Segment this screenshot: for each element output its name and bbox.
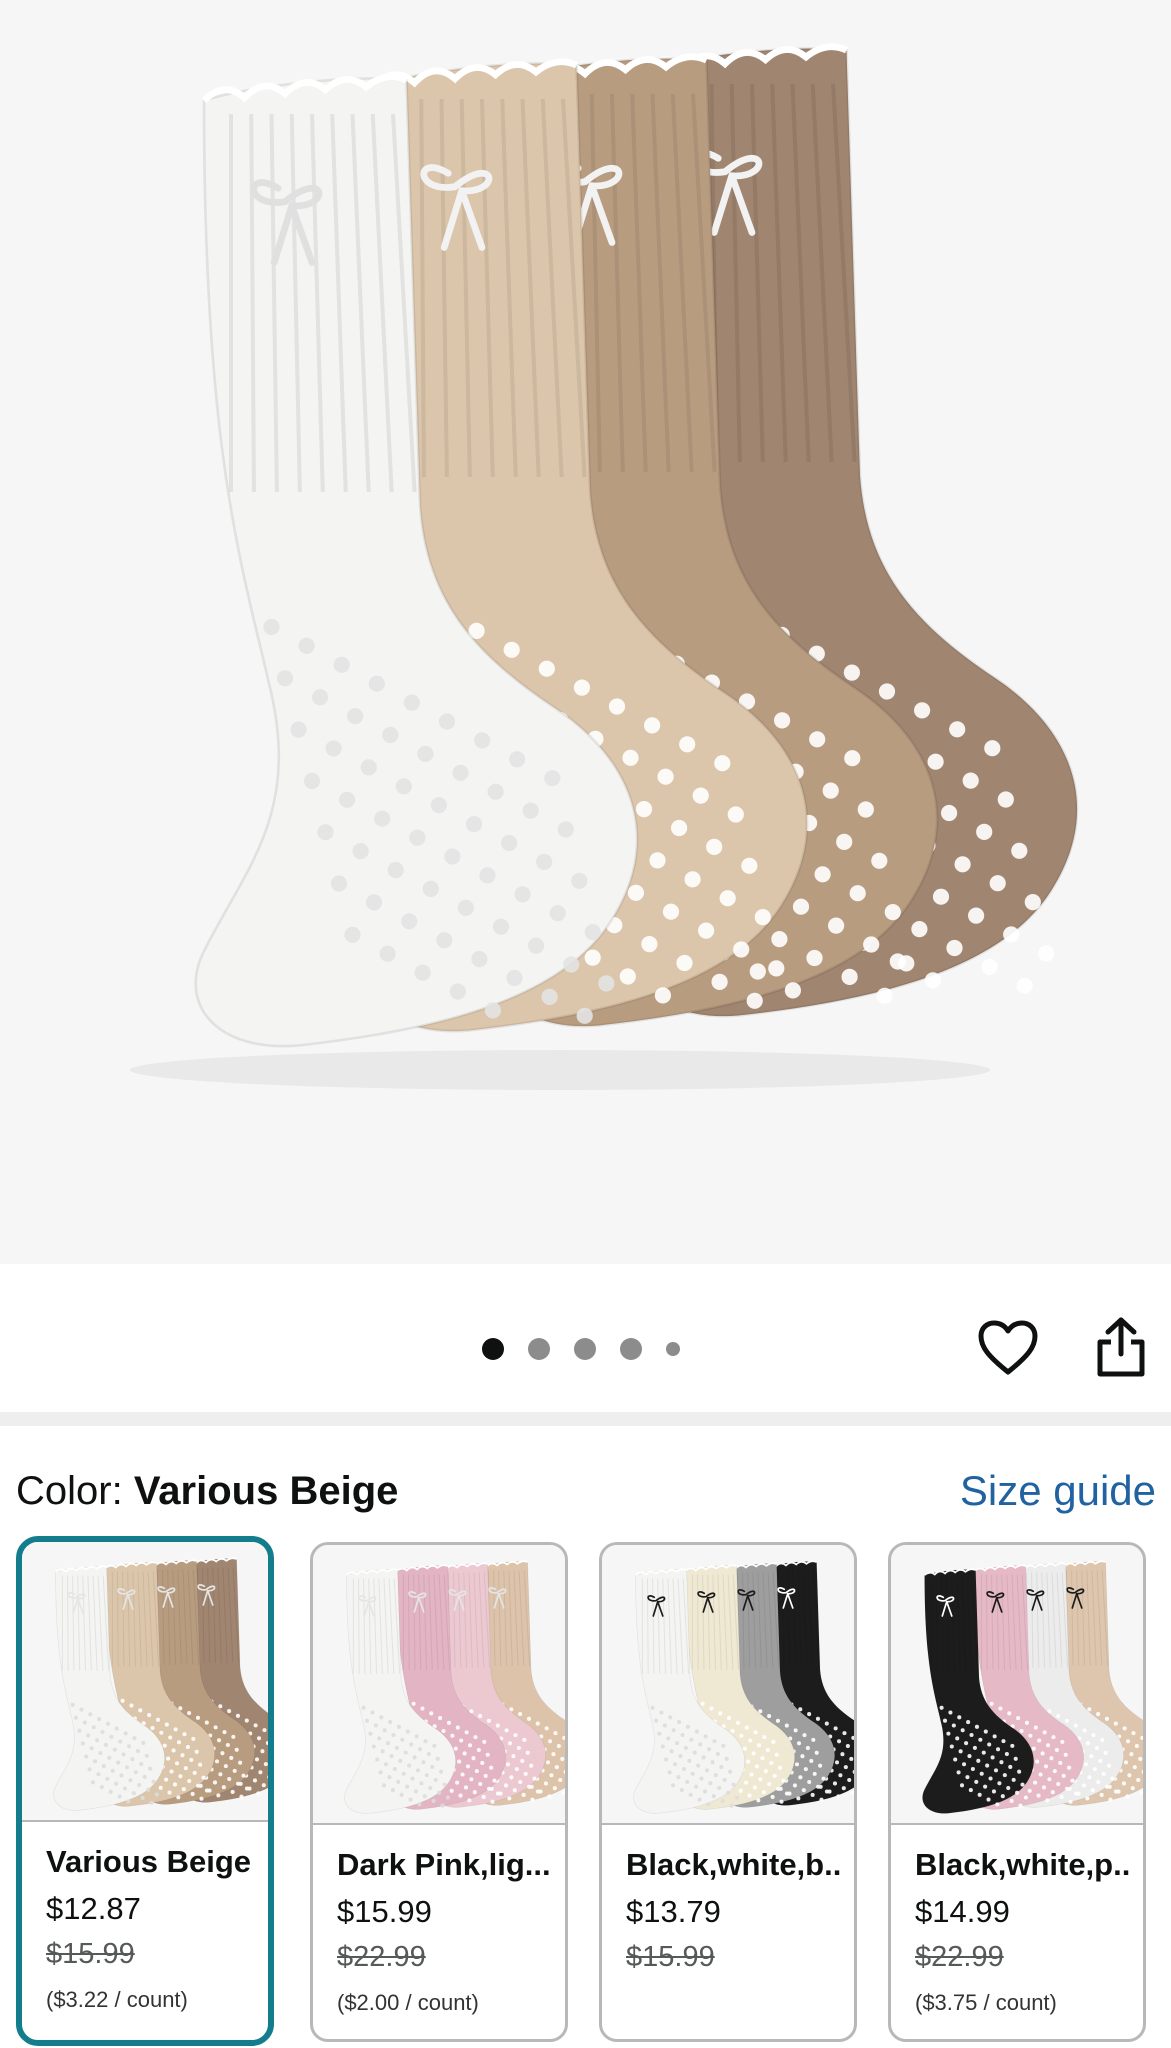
section-divider [0, 1412, 1171, 1426]
color-label-prefix: Color: [16, 1469, 123, 1513]
swatch-unit-price: ($3.75 / count) [915, 1990, 1057, 2015]
swatch-name: Various Beige [46, 1844, 252, 1879]
carousel-dot[interactable] [528, 1338, 550, 1360]
share-button[interactable] [1090, 1312, 1152, 1382]
product-image[interactable] [0, 0, 1171, 1264]
swatch-price: $12.87 [46, 1891, 141, 1926]
color-label: Color: Various Beige [16, 1466, 398, 1516]
swatch-dark-pink[interactable]: Dark Pink,lig... $15.99 $22.99 ($2.00 / … [310, 1542, 568, 2042]
swatch-unit-price: ($3.22 / count) [46, 1987, 188, 2012]
swatch-various-beige[interactable]: Various Beige $12.87 $15.99 ($3.22 / cou… [16, 1536, 274, 2046]
share-icon [1097, 1317, 1145, 1377]
swatch-list-price: $22.99 [337, 1941, 426, 1973]
swatch-thumbnail [891, 1545, 1143, 1825]
swatch-name: Black,white,p... [915, 1847, 1129, 1882]
carousel-indicator[interactable] [482, 1338, 680, 1360]
swatch-name: Dark Pink,lig... [337, 1847, 551, 1882]
carousel-dot[interactable] [482, 1338, 504, 1360]
swatch-price: $15.99 [337, 1894, 432, 1929]
carousel-dot[interactable] [574, 1338, 596, 1360]
swatch-price: $13.79 [626, 1894, 721, 1929]
swatch-thumbnail [22, 1542, 268, 1822]
swatch-unit-price: ($2.00 / count) [337, 1990, 479, 2015]
swatch-thumbnail [313, 1545, 565, 1825]
swatch-name: Black,white,b... [626, 1847, 840, 1882]
swatch-list-price: $15.99 [626, 1941, 715, 1973]
swatch-list-price: $22.99 [915, 1941, 1004, 1973]
swatch-price: $14.99 [915, 1894, 1010, 1929]
color-selector-header: Color: Various Beige Size guide [16, 1466, 1156, 1516]
color-swatch-list: Various Beige $12.87 $15.99 ($3.22 / cou… [16, 1536, 1156, 2046]
carousel-dot[interactable] [620, 1338, 642, 1360]
socks-photo [130, 43, 1079, 1090]
swatch-black-white-beige[interactable]: Black,white,b... $13.79 $15.99 [599, 1542, 857, 2042]
size-guide-link[interactable]: Size guide [960, 1466, 1156, 1516]
heart-icon [978, 1320, 1038, 1375]
selected-color-value: Various Beige [133, 1469, 399, 1513]
favorite-button[interactable] [972, 1316, 1044, 1380]
carousel-dot[interactable] [666, 1342, 680, 1356]
swatch-list-price: $15.99 [46, 1938, 135, 1970]
swatch-thumbnail [602, 1545, 854, 1825]
swatch-black-white-pink[interactable]: Black,white,p... $14.99 $22.99 ($3.75 / … [888, 1542, 1146, 2042]
